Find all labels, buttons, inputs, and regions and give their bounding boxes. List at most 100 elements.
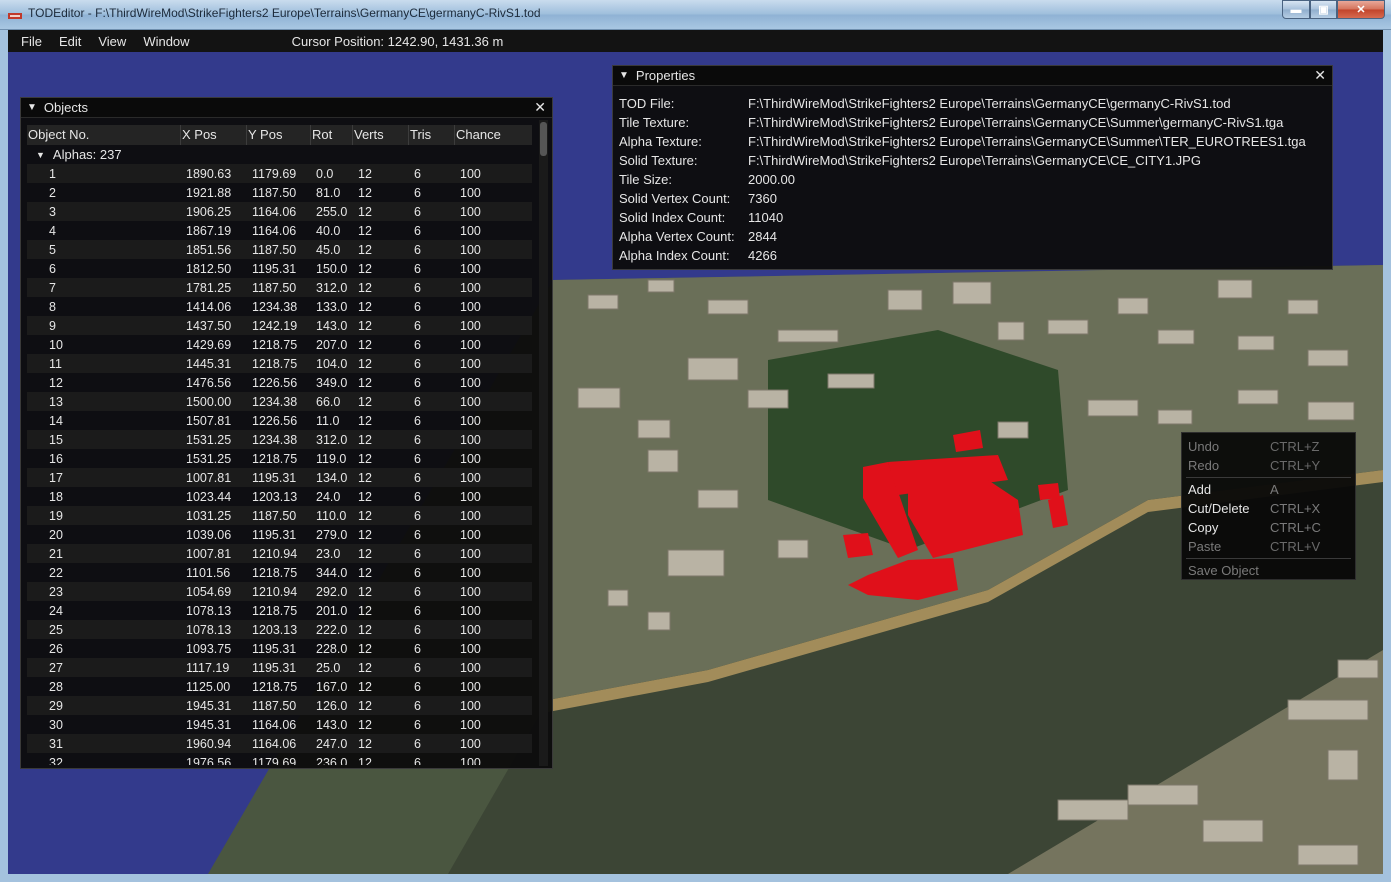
objects-panel-header[interactable]: ▼ Objects ✕ bbox=[21, 98, 552, 118]
table-row[interactable]: 30 1945.31 1164.06 143.0 12 6 100 bbox=[27, 715, 532, 734]
column-header-rot[interactable]: Rot bbox=[311, 125, 353, 145]
close-icon[interactable]: ✕ bbox=[534, 99, 546, 116]
table-row[interactable]: 17 1007.81 1195.31 134.0 12 6 100 bbox=[27, 468, 532, 487]
context-menu-item-redo[interactable]: Redo CTRL+Y bbox=[1182, 456, 1355, 475]
table-row[interactable]: 28 1125.00 1218.75 167.0 12 6 100 bbox=[27, 677, 532, 696]
cell-rot: 24.0 bbox=[316, 489, 341, 504]
table-row[interactable]: 12 1476.56 1226.56 349.0 12 6 100 bbox=[27, 373, 532, 392]
column-header-y-pos[interactable]: Y Pos bbox=[247, 125, 311, 145]
context-menu-item-save-object[interactable]: Save Object bbox=[1182, 561, 1355, 580]
menu-item-shortcut: CTRL+X bbox=[1270, 501, 1321, 516]
cell-y-pos: 1210.94 bbox=[252, 584, 298, 599]
context-menu-item-cut-delete[interactable]: Cut/Delete CTRL+X bbox=[1182, 499, 1355, 518]
table-row[interactable]: 25 1078.13 1203.13 222.0 12 6 100 bbox=[27, 620, 532, 639]
cell-tris: 6 bbox=[414, 546, 421, 561]
cell-tris: 6 bbox=[414, 223, 421, 238]
table-row[interactable]: 15 1531.25 1234.38 312.0 12 6 100 bbox=[27, 430, 532, 449]
context-menu-item-add[interactable]: Add A bbox=[1182, 480, 1355, 499]
column-header-tris[interactable]: Tris bbox=[409, 125, 455, 145]
minimize-button[interactable]: ▬ bbox=[1282, 0, 1310, 19]
table-row[interactable]: 10 1429.69 1218.75 207.0 12 6 100 bbox=[27, 335, 532, 354]
menu-edit[interactable]: Edit bbox=[59, 34, 81, 49]
table-row[interactable]: 18 1023.44 1203.13 24.0 12 6 100 bbox=[27, 487, 532, 506]
property-value: 4266 bbox=[748, 248, 777, 263]
table-row[interactable]: 6 1812.50 1195.31 150.0 12 6 100 bbox=[27, 259, 532, 278]
menu-item-shortcut: CTRL+Y bbox=[1270, 458, 1321, 473]
cell-verts: 12 bbox=[358, 394, 372, 409]
cell-y-pos: 1203.13 bbox=[252, 489, 298, 504]
cell-y-pos: 1218.75 bbox=[252, 356, 298, 371]
cell-y-pos: 1218.75 bbox=[252, 337, 298, 352]
table-row[interactable]: 29 1945.31 1187.50 126.0 12 6 100 bbox=[27, 696, 532, 715]
cell-chance: 100 bbox=[460, 432, 481, 447]
objects-scrollbar[interactable] bbox=[539, 120, 548, 766]
collapse-triangle-icon[interactable]: ▼ bbox=[619, 70, 629, 81]
objects-scrollbar-thumb[interactable] bbox=[540, 122, 547, 156]
column-header-object-no[interactable]: Object No. bbox=[27, 125, 181, 145]
cell-rot: 134.0 bbox=[316, 470, 348, 485]
cell-object-no: 15 bbox=[49, 432, 63, 447]
table-row[interactable]: 3 1906.25 1164.06 255.0 12 6 100 bbox=[27, 202, 532, 221]
cell-chance: 100 bbox=[460, 280, 481, 295]
table-row[interactable]: 20 1039.06 1195.31 279.0 12 6 100 bbox=[27, 525, 532, 544]
cell-rot: 292.0 bbox=[316, 584, 348, 599]
cell-tris: 6 bbox=[414, 717, 421, 732]
cell-verts: 12 bbox=[358, 166, 372, 181]
cell-tris: 6 bbox=[414, 565, 421, 580]
column-header-x-pos[interactable]: X Pos bbox=[181, 125, 247, 145]
table-row[interactable]: 2 1921.88 1187.50 81.0 12 6 100 bbox=[27, 183, 532, 202]
collapse-triangle-icon[interactable]: ▼ bbox=[27, 102, 37, 113]
property-key: Tile Texture: bbox=[619, 115, 690, 130]
table-row[interactable]: 7 1781.25 1187.50 312.0 12 6 100 bbox=[27, 278, 532, 297]
context-menu-item-copy[interactable]: Copy CTRL+C bbox=[1182, 518, 1355, 537]
close-window-button[interactable]: ✕ bbox=[1337, 0, 1385, 19]
cell-chance: 100 bbox=[460, 584, 481, 599]
maximize-button[interactable]: ▣ bbox=[1310, 0, 1337, 19]
cell-chance: 100 bbox=[460, 755, 481, 766]
table-row[interactable]: 23 1054.69 1210.94 292.0 12 6 100 bbox=[27, 582, 532, 601]
cell-tris: 6 bbox=[414, 641, 421, 656]
table-row[interactable]: 4 1867.19 1164.06 40.0 12 6 100 bbox=[27, 221, 532, 240]
menu-item-shortcut: CTRL+C bbox=[1270, 520, 1321, 535]
table-row[interactable]: 21 1007.81 1210.94 23.0 12 6 100 bbox=[27, 544, 532, 563]
table-row[interactable]: 5 1851.56 1187.50 45.0 12 6 100 bbox=[27, 240, 532, 259]
objects-table: Object No. X Pos Y Pos Rot Verts Tris Ch… bbox=[27, 125, 532, 765]
column-header-verts[interactable]: Verts bbox=[353, 125, 409, 145]
table-row[interactable]: 31 1960.94 1164.06 247.0 12 6 100 bbox=[27, 734, 532, 753]
close-icon[interactable]: ✕ bbox=[1314, 67, 1326, 84]
context-menu-item-undo[interactable]: Undo CTRL+Z bbox=[1182, 437, 1355, 456]
group-row-alphas[interactable]: ▼ Alphas: 237 bbox=[27, 145, 532, 164]
column-header-chance[interactable]: Chance bbox=[455, 125, 532, 145]
cell-tris: 6 bbox=[414, 470, 421, 485]
table-row[interactable]: 8 1414.06 1234.38 133.0 12 6 100 bbox=[27, 297, 532, 316]
table-row[interactable]: 16 1531.25 1218.75 119.0 12 6 100 bbox=[27, 449, 532, 468]
cell-rot: 25.0 bbox=[316, 660, 341, 675]
property-row: Alpha Texture: F:\ThirdWireMod\StrikeFigh… bbox=[619, 132, 1332, 151]
table-row[interactable]: 27 1117.19 1195.31 25.0 12 6 100 bbox=[27, 658, 532, 677]
cell-y-pos: 1218.75 bbox=[252, 451, 298, 466]
window-controls: ▬ ▣ ✕ bbox=[1282, 0, 1385, 20]
table-row[interactable]: 13 1500.00 1234.38 66.0 12 6 100 bbox=[27, 392, 532, 411]
table-row[interactable]: 22 1101.56 1218.75 344.0 12 6 100 bbox=[27, 563, 532, 582]
properties-panel-header[interactable]: ▼ Properties ✕ bbox=[613, 66, 1332, 86]
cell-tris: 6 bbox=[414, 603, 421, 618]
menu-file[interactable]: File bbox=[21, 34, 42, 49]
table-row[interactable]: 19 1031.25 1187.50 110.0 12 6 100 bbox=[27, 506, 532, 525]
cell-object-no: 8 bbox=[49, 299, 56, 314]
table-row[interactable]: 9 1437.50 1242.19 143.0 12 6 100 bbox=[27, 316, 532, 335]
table-row[interactable]: 32 1976.56 1179.69 236.0 12 6 100 bbox=[27, 753, 532, 766]
expand-triangle-icon[interactable]: ▼ bbox=[36, 150, 45, 160]
objects-panel: ▼ Objects ✕ Object No. X Pos Y Pos Rot V… bbox=[20, 97, 553, 769]
context-menu-item-paste[interactable]: Paste CTRL+V bbox=[1182, 537, 1355, 556]
menu-view[interactable]: View bbox=[98, 34, 126, 49]
table-row[interactable]: 1 1890.63 1179.69 0.0 12 6 100 bbox=[27, 164, 532, 183]
table-row[interactable]: 26 1093.75 1195.31 228.0 12 6 100 bbox=[27, 639, 532, 658]
menu-bar: File Edit View Window Cursor Position: 1… bbox=[8, 30, 1383, 52]
table-row[interactable]: 11 1445.31 1218.75 104.0 12 6 100 bbox=[27, 354, 532, 373]
menu-window[interactable]: Window bbox=[143, 34, 189, 49]
table-row[interactable]: 24 1078.13 1218.75 201.0 12 6 100 bbox=[27, 601, 532, 620]
table-row[interactable]: 14 1507.81 1226.56 11.0 12 6 100 bbox=[27, 411, 532, 430]
cell-rot: 126.0 bbox=[316, 698, 348, 713]
cell-object-no: 16 bbox=[49, 451, 63, 466]
cell-x-pos: 1078.13 bbox=[186, 603, 232, 618]
